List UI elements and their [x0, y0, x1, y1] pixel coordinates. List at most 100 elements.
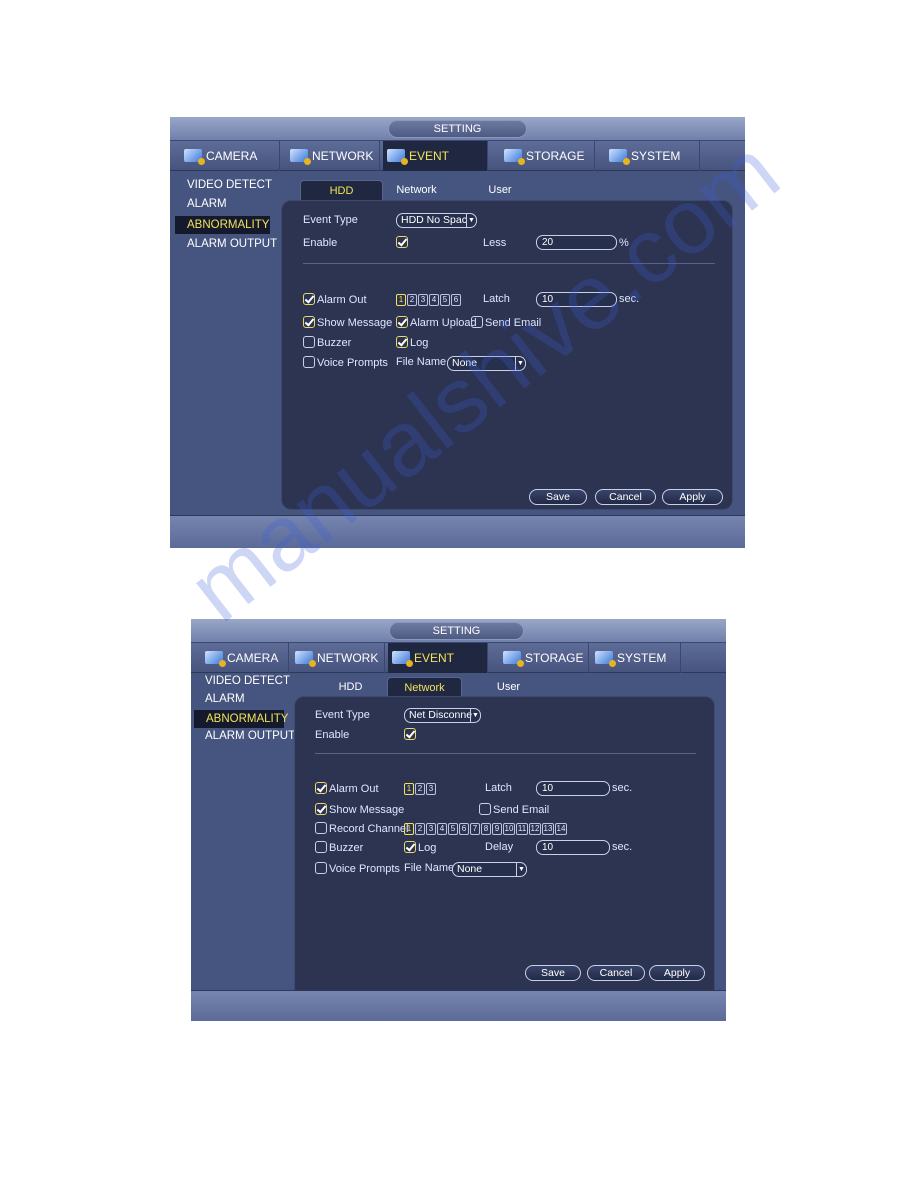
channel-2-button[interactable]: 2: [415, 783, 425, 795]
channel-12-button[interactable]: 12: [529, 823, 541, 835]
sidebar-item-abnormality[interactable]: ABNORMALITY: [175, 216, 270, 234]
show-message-checkbox[interactable]: Show Message: [303, 316, 392, 329]
channel-9-button[interactable]: 9: [492, 823, 502, 835]
channel-1-button[interactable]: 1: [404, 783, 414, 795]
tab-storage[interactable]: STORAGE: [500, 141, 595, 171]
tab-camera[interactable]: CAMERA: [180, 141, 280, 171]
less-input[interactable]: 20: [536, 235, 617, 250]
checkbox-icon[interactable]: [303, 316, 315, 328]
cancel-button[interactable]: Cancel: [595, 489, 656, 505]
checkbox-icon[interactable]: [396, 336, 408, 348]
tab-network[interactable]: NETWORK: [291, 643, 385, 673]
sidebar-item-alarm[interactable]: ALARM: [205, 693, 245, 705]
chevron-down-icon[interactable]: ▼: [515, 357, 525, 370]
save-button[interactable]: Save: [529, 489, 587, 505]
channel-1-button[interactable]: 1: [396, 294, 406, 306]
tab-system[interactable]: SYSTEM: [591, 643, 681, 673]
checkbox-icon[interactable]: [404, 728, 416, 740]
send-email-checkbox[interactable]: Send Email: [479, 803, 549, 816]
latch-input[interactable]: 10: [536, 292, 617, 307]
channel-3-button[interactable]: 3: [426, 783, 436, 795]
channel-14-button[interactable]: 14: [555, 823, 567, 835]
channel-6-button[interactable]: 6: [459, 823, 469, 835]
send-email-checkbox[interactable]: Send Email: [471, 316, 541, 329]
status-bar: [170, 515, 745, 548]
log-checkbox[interactable]: Log: [404, 841, 436, 854]
subtab-user[interactable]: User: [465, 180, 535, 200]
apply-button[interactable]: Apply: [649, 965, 705, 981]
alarm-upload-label: Alarm Upload: [410, 317, 477, 329]
delay-input[interactable]: 10: [536, 840, 610, 855]
save-button[interactable]: Save: [525, 965, 581, 981]
chevron-down-icon[interactable]: ▼: [466, 214, 476, 227]
event-type-dropdown[interactable]: Net Disconne ▼: [404, 708, 481, 723]
record-channel-checkbox[interactable]: Record Channel: [315, 822, 409, 835]
tab-event[interactable]: EVENT: [388, 643, 488, 673]
sidebar-item-alarm-output[interactable]: ALARM OUTPUT: [205, 730, 295, 742]
alarm-upload-checkbox[interactable]: Alarm Upload: [396, 316, 477, 329]
sidebar-item-video-detect[interactable]: VIDEO DETECT: [205, 675, 290, 687]
channel-13-button[interactable]: 13: [542, 823, 554, 835]
subtab-hdd[interactable]: HDD: [300, 180, 383, 200]
sidebar-item-alarm-output[interactable]: ALARM OUTPUT: [187, 238, 277, 250]
tab-storage[interactable]: STORAGE: [499, 643, 589, 673]
checkbox-icon[interactable]: [471, 316, 483, 328]
file-name-dropdown[interactable]: None ▼: [452, 862, 527, 877]
subtab-user[interactable]: User: [471, 677, 546, 697]
checkbox-icon[interactable]: [479, 803, 491, 815]
latch-input[interactable]: 10: [536, 781, 610, 796]
channel-2-button[interactable]: 2: [415, 823, 425, 835]
channel-6-button[interactable]: 6: [451, 294, 461, 306]
channel-4-button[interactable]: 4: [429, 294, 439, 306]
enable-checkbox[interactable]: [404, 728, 418, 741]
sidebar-item-alarm[interactable]: ALARM: [187, 198, 227, 210]
checkbox-icon[interactable]: [396, 316, 408, 328]
subtab-network[interactable]: Network: [375, 180, 458, 200]
channel-4-button[interactable]: 4: [437, 823, 447, 835]
checkbox-icon[interactable]: [303, 336, 315, 348]
sidebar-item-abnormality[interactable]: ABNORMALITY: [194, 710, 288, 728]
channel-8-button[interactable]: 8: [481, 823, 491, 835]
channel-7-button[interactable]: 7: [470, 823, 480, 835]
checkbox-icon[interactable]: [396, 236, 408, 248]
channel-5-button[interactable]: 5: [448, 823, 458, 835]
tab-network[interactable]: NETWORK: [286, 141, 380, 171]
subtab-network[interactable]: Network: [387, 677, 462, 697]
apply-button[interactable]: Apply: [662, 489, 723, 505]
checkbox-icon[interactable]: [315, 782, 327, 794]
chevron-down-icon[interactable]: ▼: [470, 709, 480, 722]
channel-5-button[interactable]: 5: [440, 294, 450, 306]
checkbox-icon[interactable]: [315, 862, 327, 874]
channel-2-button[interactable]: 2: [407, 294, 417, 306]
alarm-out-checkbox[interactable]: Alarm Out: [315, 782, 379, 795]
channel-11-button[interactable]: 11: [516, 823, 528, 835]
channel-1-button[interactable]: 1: [404, 823, 414, 835]
tab-camera[interactable]: CAMERA: [201, 643, 289, 673]
sidebar-item-video-detect[interactable]: VIDEO DETECT: [187, 179, 272, 191]
tab-system[interactable]: SYSTEM: [605, 141, 700, 171]
buzzer-checkbox[interactable]: Buzzer: [315, 841, 363, 854]
checkbox-icon[interactable]: [315, 803, 327, 815]
enable-checkbox[interactable]: [396, 236, 410, 249]
chevron-down-icon[interactable]: ▼: [516, 863, 526, 876]
tab-event[interactable]: EVENT: [383, 141, 488, 171]
event-type-dropdown[interactable]: HDD No Spac ▼: [396, 213, 477, 228]
checkbox-icon[interactable]: [315, 841, 327, 853]
voice-prompts-checkbox[interactable]: Voice Prompts: [303, 356, 388, 369]
cancel-button[interactable]: Cancel: [587, 965, 645, 981]
channel-10-button[interactable]: 10: [503, 823, 515, 835]
voice-prompts-checkbox[interactable]: Voice Prompts: [315, 862, 400, 875]
alarm-out-checkbox[interactable]: Alarm Out: [303, 293, 367, 306]
channel-3-button[interactable]: 3: [418, 294, 428, 306]
buzzer-checkbox[interactable]: Buzzer: [303, 336, 351, 349]
log-checkbox[interactable]: Log: [396, 336, 428, 349]
show-message-checkbox[interactable]: Show Message: [315, 803, 404, 816]
checkbox-icon[interactable]: [303, 293, 315, 305]
tab-label: CAMERA: [227, 651, 279, 665]
subtab-hdd[interactable]: HDD: [313, 677, 388, 697]
checkbox-icon[interactable]: [303, 356, 315, 368]
channel-3-button[interactable]: 3: [426, 823, 436, 835]
checkbox-icon[interactable]: [404, 841, 416, 853]
checkbox-icon[interactable]: [315, 822, 327, 834]
file-name-dropdown[interactable]: None ▼: [447, 356, 526, 371]
